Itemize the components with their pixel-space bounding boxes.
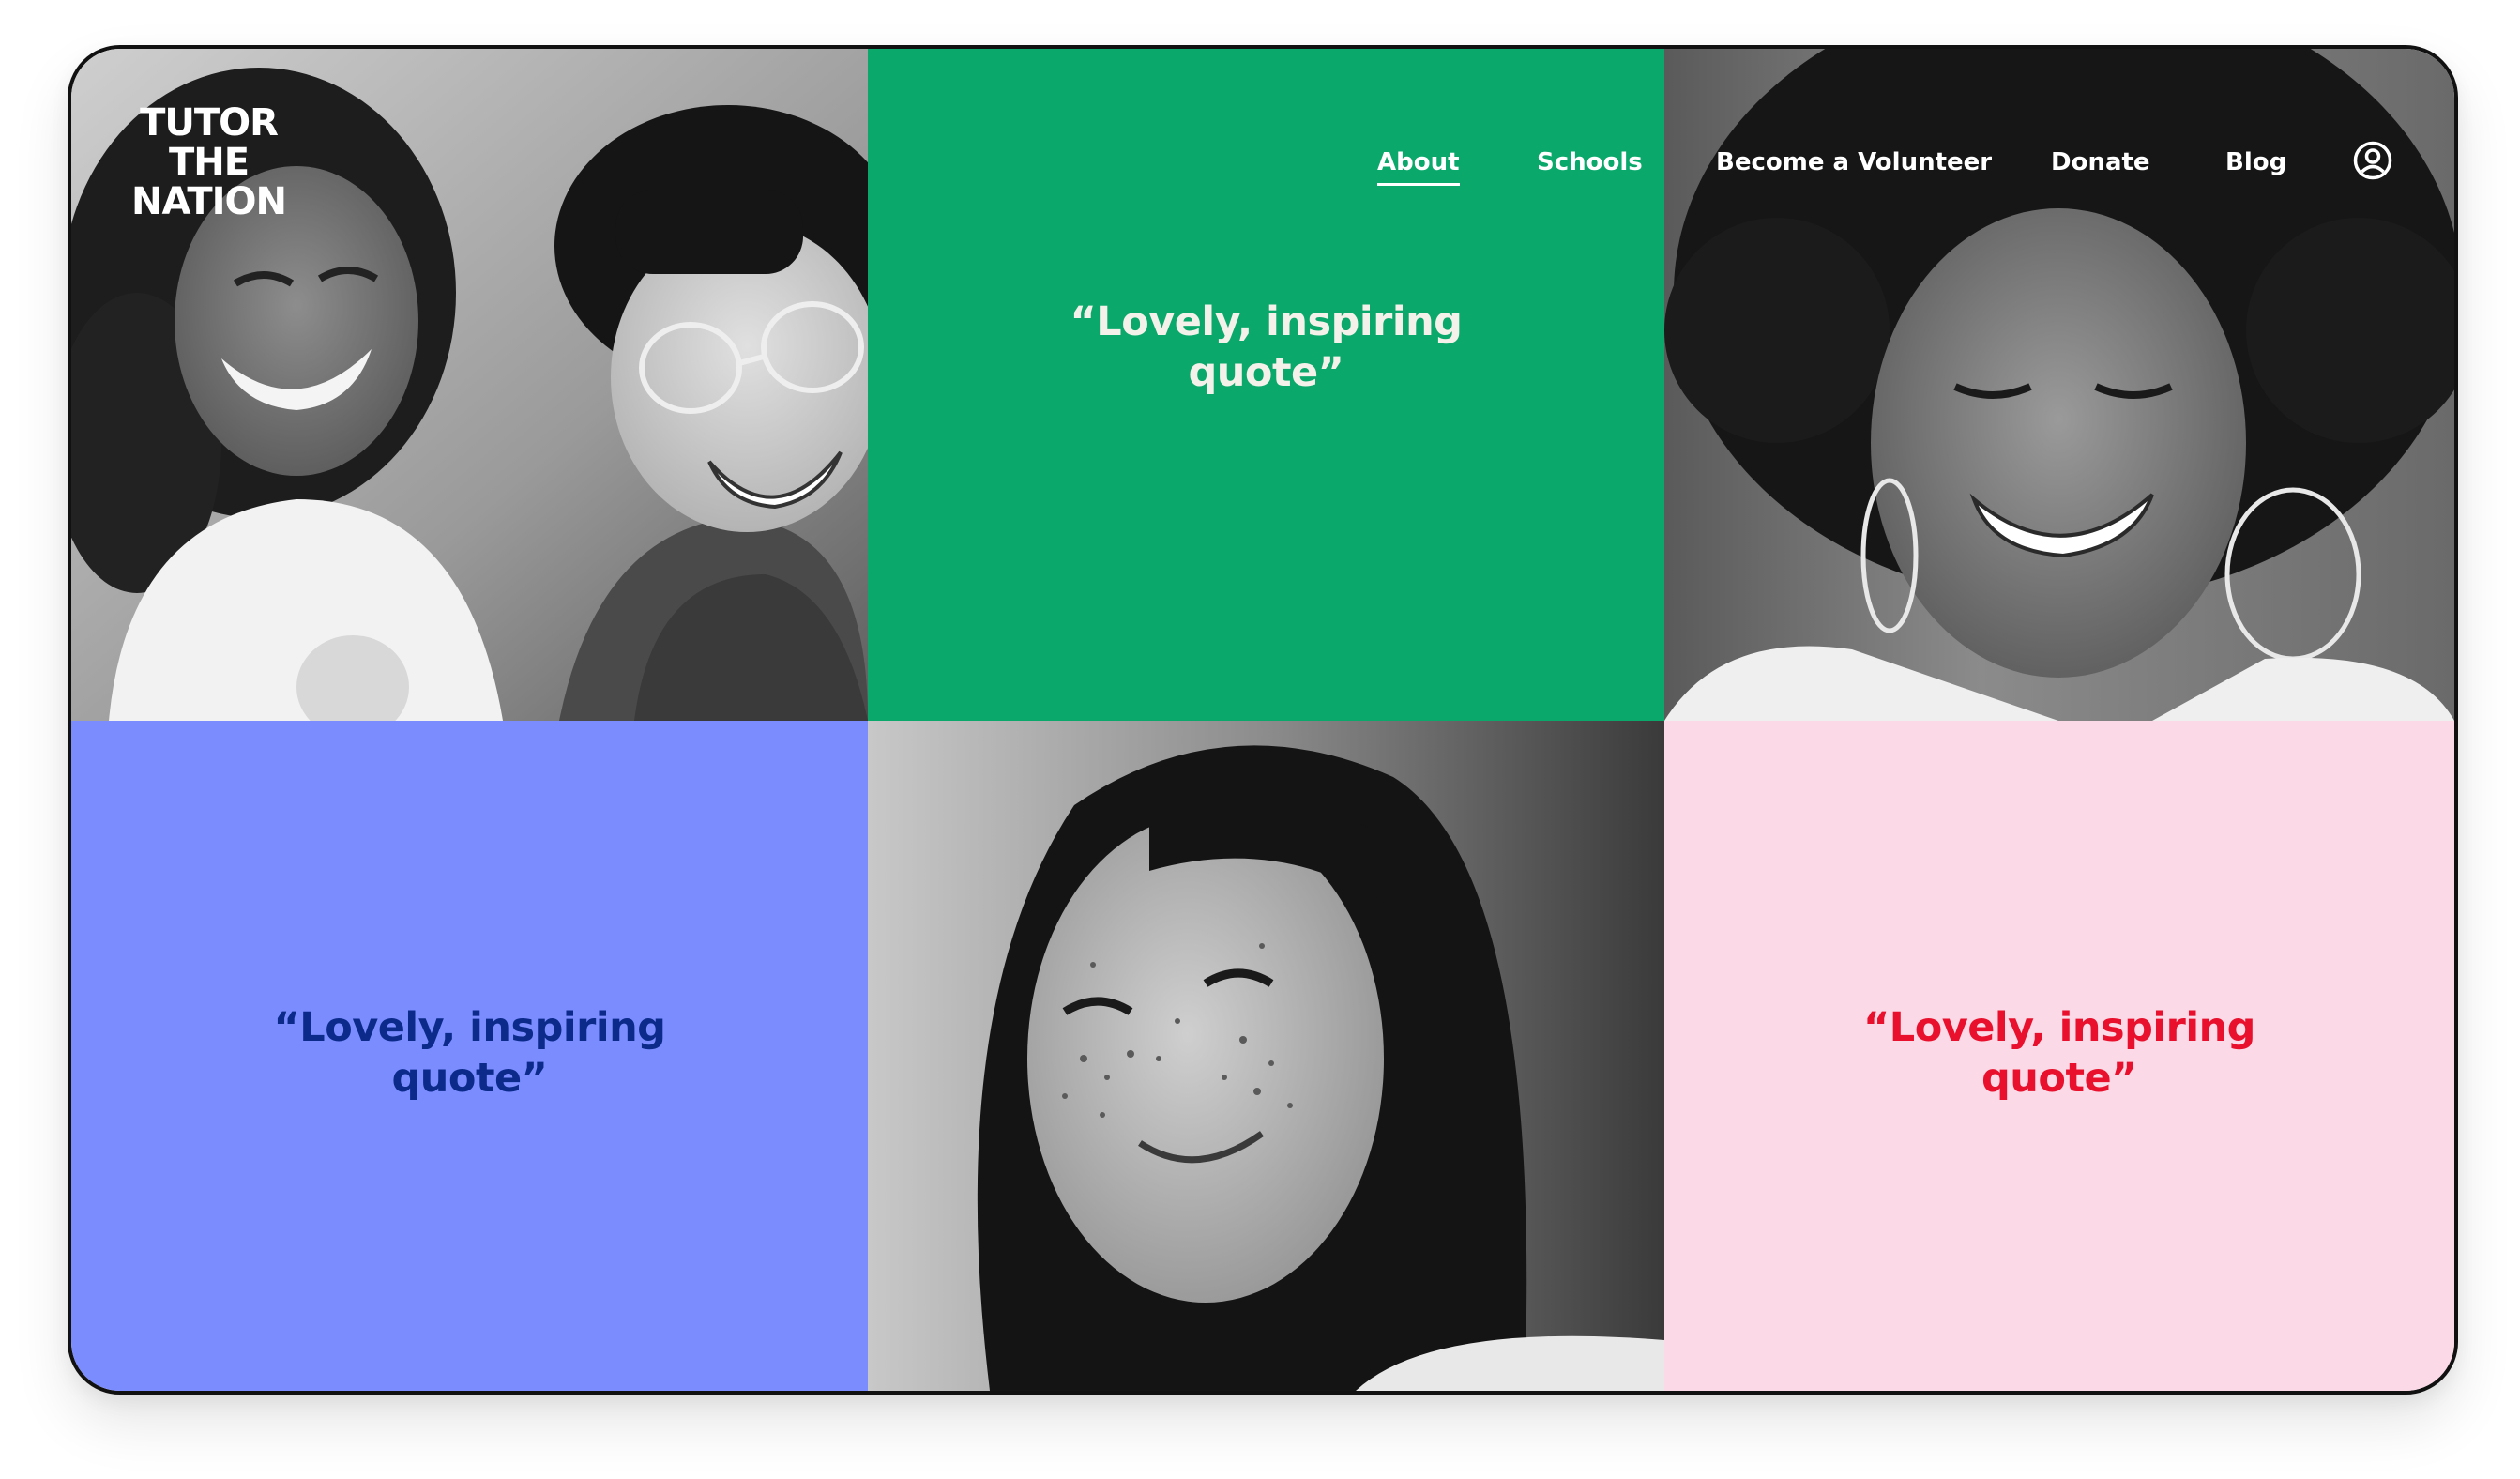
- main-nav: About Schools Become a Volunteer Donate …: [71, 131, 2454, 191]
- photo-tile-freckles: [868, 721, 1664, 1391]
- quote-text: “Lovely, inspiring quote”: [1863, 1004, 2255, 1102]
- nav-link-about[interactable]: About: [1377, 148, 1460, 186]
- hero-grid: “Lovely, inspiring quote” “Lovely, inspi…: [71, 49, 2454, 1391]
- quote-tile-blue: “Lovely, inspiring quote”: [71, 721, 868, 1391]
- nav-link-donate[interactable]: Donate: [2051, 148, 2150, 176]
- quote-tile-pink: “Lovely, inspiring quote”: [1664, 721, 2454, 1391]
- quote-text: “Lovely, inspiring quote”: [1070, 298, 1463, 396]
- freckles-photo: [868, 721, 1664, 1391]
- nav-link-schools[interactable]: Schools: [1537, 148, 1643, 176]
- nav-link-become-volunteer[interactable]: Become a Volunteer: [1716, 148, 1992, 176]
- browser-frame: “Lovely, inspiring quote” “Lovely, inspi…: [68, 45, 2458, 1395]
- nav-link-blog[interactable]: Blog: [2225, 148, 2286, 176]
- user-circle-icon[interactable]: [2353, 141, 2392, 180]
- quote-text: “Lovely, inspiring quote”: [273, 1004, 666, 1102]
